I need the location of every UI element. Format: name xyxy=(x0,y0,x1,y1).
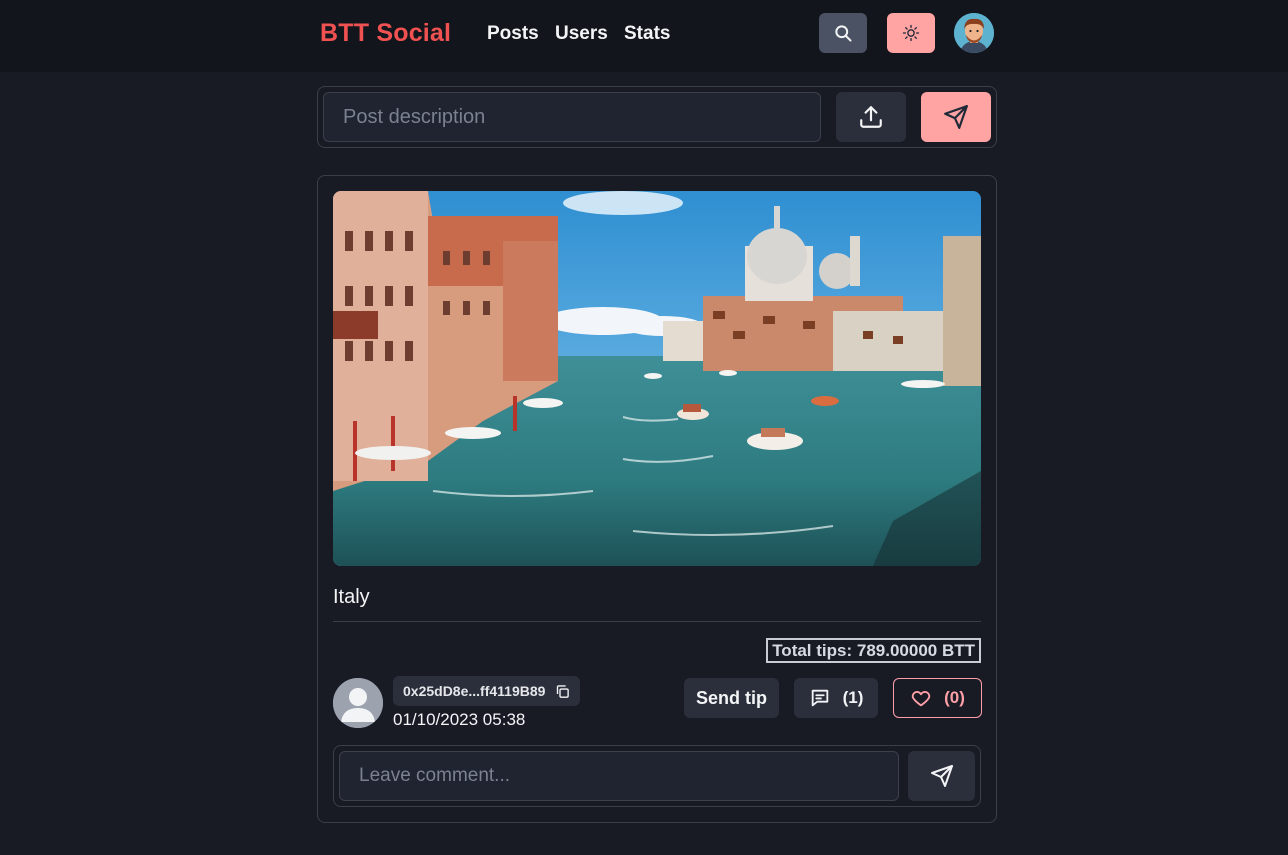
post-description-input[interactable] xyxy=(323,92,821,142)
like-button[interactable]: (0) xyxy=(893,678,982,718)
nav-link-stats[interactable]: Stats xyxy=(624,23,670,45)
post-card: Italy Total tips: 789.00000 BTT 0x25dD8e… xyxy=(317,175,997,823)
upload-button[interactable] xyxy=(836,92,906,142)
send-comment-button[interactable] xyxy=(908,751,975,801)
copy-icon[interactable] xyxy=(555,684,570,699)
comment-form xyxy=(333,745,981,807)
navbar: BTT Social Posts Users Stats xyxy=(0,0,1288,72)
venice-canal-image xyxy=(333,191,981,566)
comments-button[interactable]: (1) xyxy=(794,678,878,718)
post-caption: Italy xyxy=(333,586,370,608)
theme-toggle-button[interactable] xyxy=(887,13,935,53)
post-image[interactable] xyxy=(333,191,981,566)
send-tip-button[interactable]: Send tip xyxy=(684,678,779,718)
search-button[interactable] xyxy=(819,13,867,53)
comment-input[interactable] xyxy=(339,751,899,801)
like-count: (0) xyxy=(944,688,965,707)
send-icon xyxy=(930,765,953,787)
sun-icon xyxy=(902,24,920,42)
comment-count: (1) xyxy=(842,688,864,707)
search-icon xyxy=(835,25,852,42)
author-avatar[interactable] xyxy=(333,678,383,728)
user-placeholder-icon xyxy=(333,678,383,728)
brand-logo[interactable]: BTT Social xyxy=(320,19,451,48)
upload-icon xyxy=(860,106,882,128)
nav-link-posts[interactable]: Posts xyxy=(487,23,539,45)
author-address-chip[interactable]: 0x25dD8e...ff4119B89 xyxy=(393,676,581,706)
total-tips: Total tips: 789.00000 BTT xyxy=(766,638,981,663)
author-address: 0x25dD8e...ff4119B89 xyxy=(403,683,546,699)
nav-link-users[interactable]: Users xyxy=(555,23,608,45)
send-icon xyxy=(944,105,968,129)
profile-avatar[interactable] xyxy=(954,13,994,53)
post-composer xyxy=(317,86,997,148)
divider xyxy=(333,621,981,622)
comment-icon xyxy=(811,689,828,707)
publish-post-button[interactable] xyxy=(921,92,991,142)
avatar-illustration xyxy=(954,13,994,53)
heart-icon xyxy=(911,691,931,707)
post-date: 01/10/2023 05:38 xyxy=(393,710,526,729)
